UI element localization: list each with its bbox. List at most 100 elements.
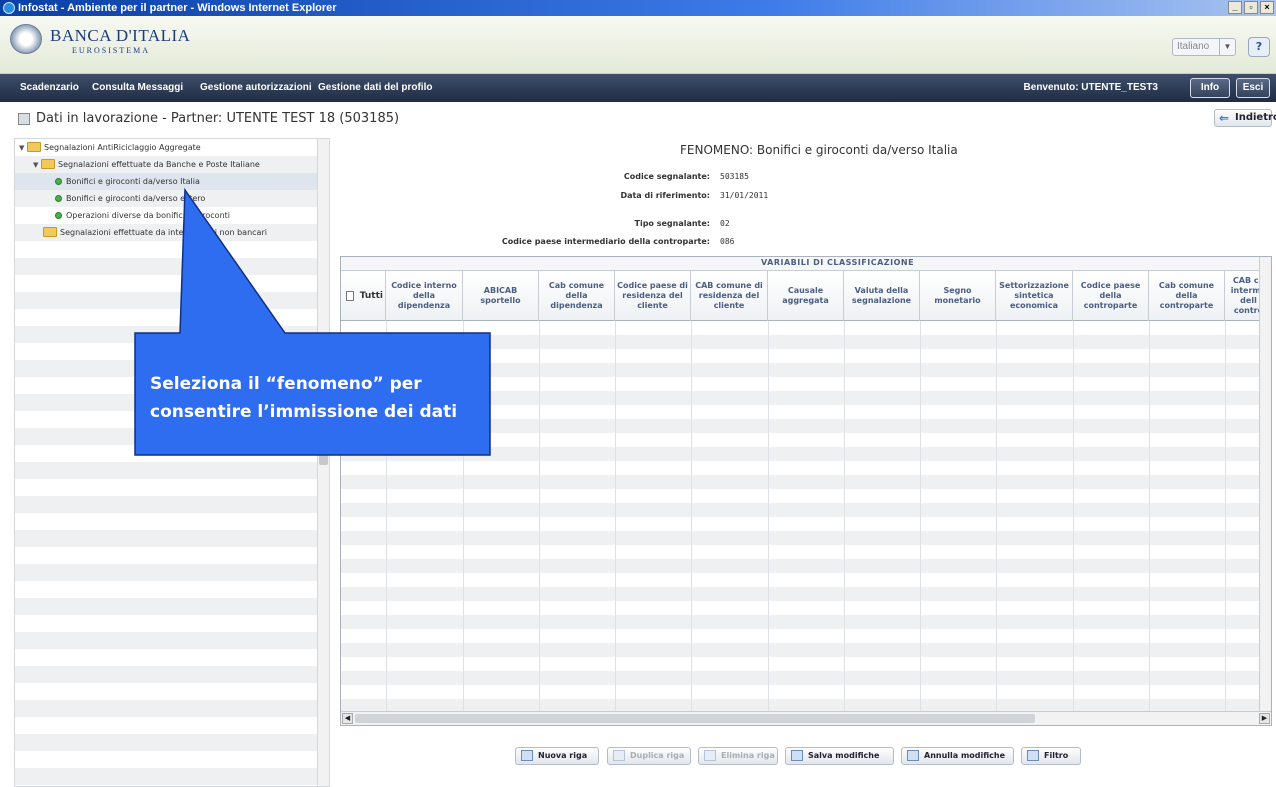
window-controls: _ ▫ ×: [1228, 1, 1274, 14]
duplicate-row-button[interactable]: Duplica riga: [607, 747, 691, 765]
grid-scrollbar-thumb[interactable]: [355, 714, 1035, 723]
tree-node-bonifici-italia[interactable]: Bonifici e giroconti da/verso Italia: [15, 173, 317, 190]
fenomeno-title: FENOMENO: Bonifici e giroconti da/verso …: [680, 143, 958, 157]
grid-column-headers: Tutti Codice interno della dipendenza AB…: [341, 271, 1271, 321]
window-title: Infostat - Ambiente per il partner - Win…: [18, 2, 337, 14]
save-changes-label: Salva modifiche: [808, 751, 880, 760]
close-icon[interactable]: ×: [1260, 1, 1274, 14]
exit-button[interactable]: Esci: [1236, 78, 1270, 98]
tipo-segnalante-label: Tipo segnalante:: [634, 219, 711, 228]
data-grid: VARIABILI DI CLASSIFICAZIONE Tutti Codic…: [340, 256, 1272, 726]
tree-node-label: Bonifici e giroconti da/verso estero: [66, 194, 206, 203]
filter-icon: [1027, 750, 1039, 761]
tree-scrollbar[interactable]: [317, 139, 329, 786]
minimize-icon[interactable]: _: [1228, 1, 1242, 14]
data-riferimento-label: Data di riferimento:: [620, 191, 710, 200]
tree-node-label: Segnalazioni effettuate da intermediari …: [60, 228, 267, 237]
col-header-paese-cliente[interactable]: Codice paese di residenza del cliente: [615, 271, 691, 321]
grid-horizontal-scrollbar[interactable]: ◀ ▶: [341, 711, 1271, 725]
folder-icon: [27, 142, 41, 152]
nav-gestione-autorizzazioni[interactable]: Gestione autorizzazioni: [200, 74, 312, 102]
save-icon: [791, 750, 803, 761]
delete-row-icon: [704, 750, 716, 761]
language-select[interactable]: Italiano ▼: [1172, 38, 1236, 56]
chevron-down-icon[interactable]: ▼: [33, 157, 41, 174]
codice-segnalante-value: 503185: [720, 172, 749, 181]
help-icon[interactable]: ?: [1248, 37, 1270, 57]
leaf-dot-icon: [55, 212, 62, 219]
nav-scadenzario[interactable]: Scadenzario: [20, 74, 79, 102]
select-all-header[interactable]: Tutti: [341, 271, 386, 321]
duplicate-row-label: Duplica riga: [630, 751, 685, 760]
col-header-valuta[interactable]: Valuta della segnalazione: [844, 271, 920, 321]
tree-node-label: Operazioni diverse da bonifici e girocon…: [66, 211, 231, 220]
browser-icon: [3, 2, 15, 14]
grid-vertical-scrollbar[interactable]: [1259, 257, 1271, 713]
welcome-user: Benvenuto: UTENTE_TEST3: [1023, 82, 1158, 93]
duplicate-row-icon: [613, 750, 625, 761]
codice-paese-intermediario-label: Codice paese intermediario della controp…: [501, 237, 710, 246]
main-nav: Scadenzario Consulta Messaggi Gestione a…: [0, 74, 1276, 102]
nav-gestione-profilo[interactable]: Gestione dati del profilo: [318, 74, 432, 102]
tree-scrollbar-thumb[interactable]: [319, 449, 328, 465]
cancel-changes-label: Annulla modifiche: [924, 751, 1006, 760]
phenomena-tree: ▼ Segnalazioni AntiRiciclaggio Aggregate …: [14, 138, 330, 787]
grid-group-label: VARIABILI DI CLASSIFICAZIONE: [761, 258, 915, 267]
filter-label: Filtro: [1044, 751, 1069, 760]
scroll-left-icon[interactable]: ◀: [342, 713, 353, 724]
folder-icon: [43, 227, 57, 237]
save-changes-button[interactable]: Salva modifiche: [785, 747, 894, 765]
back-button[interactable]: ⇐ Indietro: [1214, 109, 1276, 127]
document-icon: [18, 113, 30, 125]
col-header-paese-controparte[interactable]: Codice paese della controparte: [1073, 271, 1149, 321]
add-row-icon: [521, 750, 533, 761]
data-riferimento-value: 31/01/2011: [720, 191, 769, 200]
tree-node-label: Bonifici e giroconti da/verso Italia: [66, 177, 200, 186]
info-button[interactable]: Info: [1190, 78, 1230, 98]
nav-consulta-messaggi[interactable]: Consulta Messaggi: [92, 74, 183, 102]
new-row-label: Nuova riga: [538, 751, 588, 760]
tree-node-operazioni-diverse[interactable]: Operazioni diverse da bonifici e girocon…: [55, 207, 230, 224]
page-title: Dati in lavorazione - Partner: UTENTE TE…: [36, 111, 400, 126]
chevron-down-icon[interactable]: ▼: [1219, 39, 1235, 55]
cancel-changes-button[interactable]: Annulla modifiche: [901, 747, 1014, 765]
tree-node-label: Segnalazioni effettuate da Banche e Post…: [58, 160, 260, 169]
col-header-segno[interactable]: Segno monetario: [920, 271, 996, 321]
leaf-dot-icon: [55, 178, 62, 185]
tree-node-label: Segnalazioni AntiRiciclaggio Aggregate: [44, 143, 201, 152]
leaf-dot-icon: [55, 195, 62, 202]
callout-text: Seleziona il “fenomeno” per consentire l…: [150, 374, 458, 422]
brand-name: BANCA D'ITALIA: [50, 26, 191, 45]
new-row-button[interactable]: Nuova riga: [515, 747, 599, 765]
arrow-left-icon: ⇐: [1219, 111, 1230, 125]
undo-icon: [907, 750, 919, 761]
window-titlebar: Infostat - Ambiente per il partner - Win…: [0, 0, 1276, 16]
col-header-abicab[interactable]: ABICAB sportello: [463, 271, 539, 321]
restore-icon[interactable]: ▫: [1244, 1, 1258, 14]
tree-node-antiriciclaggio[interactable]: ▼ Segnalazioni AntiRiciclaggio Aggregate: [19, 139, 201, 156]
filter-button[interactable]: Filtro: [1021, 747, 1081, 765]
chevron-down-icon[interactable]: ▼: [19, 140, 27, 157]
select-all-label: Tutti: [359, 291, 383, 301]
language-value: Italiano: [1177, 41, 1210, 52]
col-header-cab-cliente[interactable]: CAB comune di residenza del cliente: [691, 271, 768, 321]
grid-body[interactable]: [341, 321, 1271, 711]
app-header: BANCA D'ITALIA EUROSISTEMA Italiano ▼ ?: [0, 16, 1276, 74]
tree-node-banche-poste[interactable]: ▼ Segnalazioni effettuate da Banche e Pos…: [33, 156, 260, 173]
tree-node-non-bancari[interactable]: Segnalazioni effettuate da intermediari …: [43, 224, 267, 241]
col-header-codice-interno[interactable]: Codice interno della dipendenza: [386, 271, 463, 321]
delete-row-button[interactable]: Elimina riga: [698, 747, 778, 765]
tipo-segnalante-value: 02: [720, 219, 730, 228]
scroll-right-icon[interactable]: ▶: [1259, 713, 1270, 724]
codice-paese-intermediario-value: 086: [720, 237, 735, 246]
select-all-checkbox[interactable]: [346, 291, 354, 301]
folder-icon: [41, 159, 55, 169]
col-header-cab-dipendenza[interactable]: Cab comune della dipendenza: [539, 271, 615, 321]
bank-logo-icon: [10, 24, 42, 54]
col-header-settorizzazione[interactable]: Settorizzazione sintetica economica: [996, 271, 1073, 321]
page-heading: Dati in lavorazione - Partner: UTENTE TE…: [0, 104, 1276, 134]
grid-group-header: VARIABILI DI CLASSIFICAZIONE: [341, 257, 1271, 271]
col-header-cab-controparte[interactable]: Cab comune della controparte: [1149, 271, 1225, 321]
col-header-causale[interactable]: Causale aggregata: [768, 271, 844, 321]
tree-node-bonifici-estero[interactable]: Bonifici e giroconti da/verso estero: [55, 190, 205, 207]
